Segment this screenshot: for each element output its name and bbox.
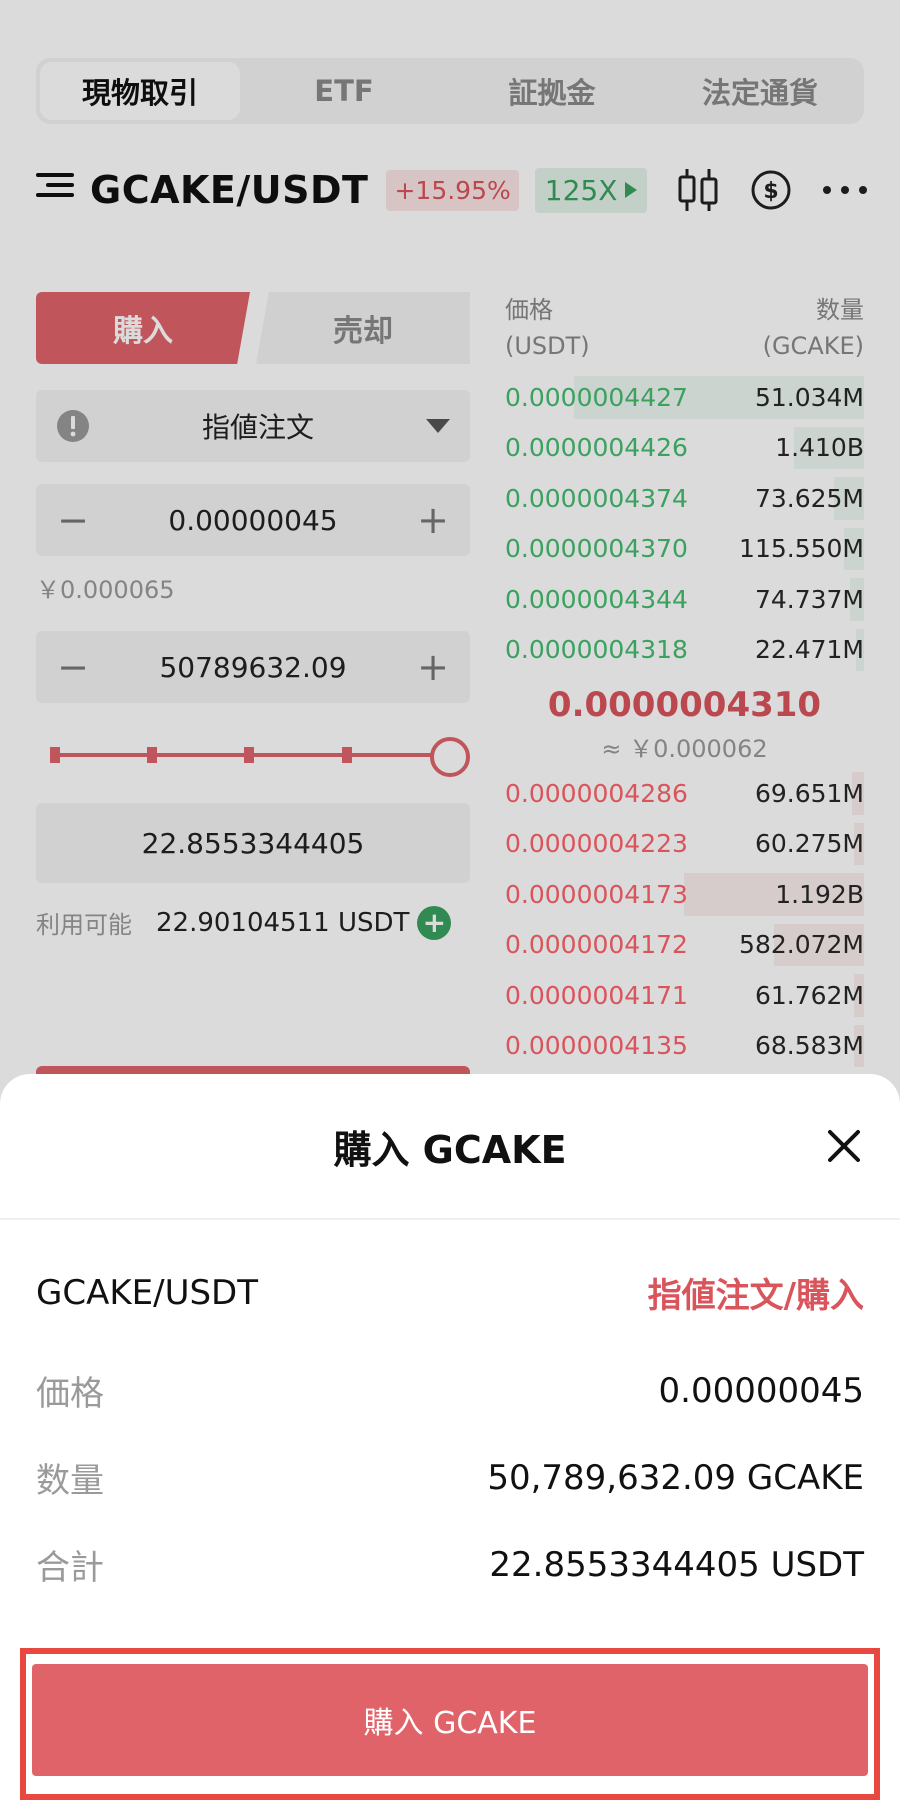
bid-price: 0.0000004286 [505, 778, 688, 808]
bid-qty: 61.762M [754, 980, 864, 1010]
detail-row-price: 価格 0.00000045 [0, 1347, 900, 1434]
ask-price: 0.0000004427 [505, 382, 688, 412]
bid-price: 0.0000004171 [505, 980, 688, 1010]
bid-qty: 1.192B [775, 879, 864, 909]
confirm-buy-button[interactable]: 購入 GCAKE [32, 1664, 868, 1776]
ask-qty: 74.737M [754, 584, 864, 614]
sheet-pair-row: GCAKE/USDT 指値注文/購入 [0, 1268, 900, 1317]
sheet-pair: GCAKE/USDT [36, 1272, 258, 1313]
ask-price: 0.0000004374 [505, 483, 688, 513]
sheet-title: 購入 GCAKE [333, 1127, 567, 1172]
bid-price: 0.0000004223 [505, 829, 688, 859]
bid-qty: 69.651M [754, 778, 864, 808]
sheet-order-type: 指値注文/購入 [647, 1276, 864, 1316]
ask-qty: 73.625M [754, 483, 864, 513]
ask-price: 0.0000004426 [505, 433, 688, 463]
bid-qty: 60.275M [754, 829, 864, 859]
detail-label: 価格 [36, 1374, 104, 1414]
detail-row-amount: 数量 50,789,632.09 GCAKE [0, 1434, 900, 1521]
ask-price: 0.0000004344 [505, 584, 688, 614]
ask-qty: 115.550M [739, 534, 864, 564]
bid-price: 0.0000004173 [505, 879, 688, 909]
ask-qty: 51.034M [754, 382, 864, 412]
order-details: 価格 0.00000045 数量 50,789,632.09 GCAKE 合計 … [0, 1347, 900, 1608]
detail-label: 数量 [36, 1461, 104, 1501]
detail-value: 0.00000045 [658, 1370, 865, 1411]
ask-qty: 22.471M [754, 635, 864, 665]
trading-screen: 現物取引 ETF 証拠金 法定通貨 GCAKE/USDT +15.95% 125… [0, 0, 900, 1814]
bid-qty: 68.583M [754, 1031, 864, 1061]
ask-price: 0.0000004370 [505, 534, 688, 564]
detail-row-total: 合計 22.8553344405 USDT [0, 1521, 900, 1608]
close-icon[interactable] [824, 1126, 864, 1166]
bid-price: 0.0000004135 [505, 1031, 688, 1061]
detail-value: 50,789,632.09 GCAKE [487, 1457, 864, 1498]
detail-label: 合計 [36, 1548, 104, 1588]
sheet-header: 購入 GCAKE [0, 1074, 900, 1220]
bid-price: 0.0000004172 [505, 930, 688, 960]
ask-price: 0.0000004318 [505, 635, 688, 665]
bid-qty: 582.072M [739, 930, 864, 960]
ask-qty: 1.410B [775, 433, 864, 463]
detail-value: 22.8553344405 USDT [489, 1544, 864, 1585]
